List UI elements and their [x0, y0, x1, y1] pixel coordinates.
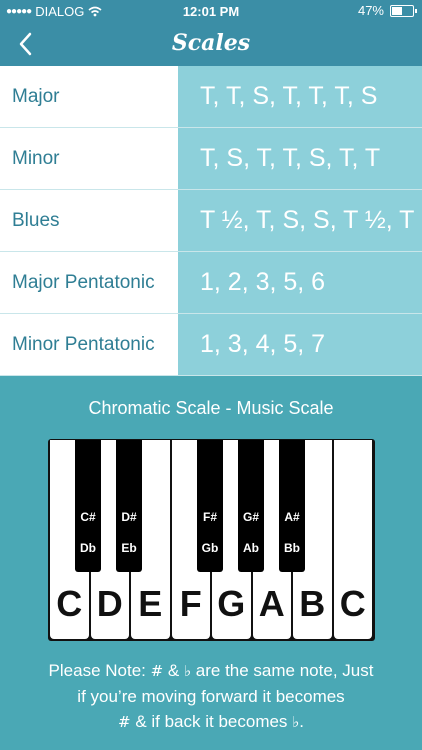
- scale-row-major-pentatonic: Major Pentatonic 1, 2, 3, 5, 6: [0, 252, 422, 314]
- flat-label: Gb: [201, 541, 219, 555]
- status-bar: ●●●●● DIALOG 12:01 PM 47%: [0, 0, 422, 22]
- scale-pattern: 1, 3, 4, 5, 7: [178, 314, 422, 375]
- scale-pattern: T, S, T, T, S, T, T: [178, 128, 422, 189]
- sharp-label: A#: [284, 510, 300, 524]
- key-label: E: [138, 583, 163, 624]
- key-label: F: [179, 583, 202, 624]
- black-key-f-sharp[interactable]: F# Gb: [197, 440, 223, 572]
- black-key-c-sharp[interactable]: C# Db: [75, 440, 101, 572]
- battery-percent: 47%: [357, 3, 384, 18]
- note-line-3: # & if back it becomes ♭.: [118, 712, 304, 731]
- chromatic-scale-title: Chromatic Scale - Music Scale: [88, 398, 334, 418]
- key-label: A: [258, 583, 285, 624]
- sharp-label: G#: [242, 510, 259, 524]
- flat-label: Ab: [243, 541, 259, 555]
- black-key-d-sharp[interactable]: D# Eb: [116, 440, 142, 572]
- flat-symbol: ♭: [183, 662, 192, 680]
- scale-name: Major Pentatonic: [0, 252, 178, 313]
- scale-pattern: T, T, S, T, T, T, S: [178, 66, 422, 127]
- sharp-label: D#: [121, 510, 137, 524]
- scale-name: Major: [0, 66, 178, 127]
- flat-label: Eb: [121, 541, 137, 555]
- scale-name: Minor: [0, 128, 178, 189]
- scale-row-minor: Minor T, S, T, T, S, T, T: [0, 128, 422, 190]
- piano-keyboard: C D E F G A B C C# Db D# Eb F# Gb G# Ab …: [48, 439, 375, 641]
- black-key-a-sharp[interactable]: A# Bb: [279, 440, 305, 572]
- flat-label: Bb: [284, 541, 300, 555]
- key-label: B: [299, 583, 326, 624]
- white-key-c-high[interactable]: C: [333, 440, 372, 639]
- note-line-1: Please Note: # & ♭ are the same note, Ju…: [48, 661, 374, 680]
- black-key-g-sharp[interactable]: G# Ab: [238, 440, 264, 572]
- key-label: D: [96, 583, 123, 624]
- navigation-bar: Scales: [0, 22, 422, 66]
- sharp-symbol: #: [150, 662, 164, 680]
- scale-pattern: 1, 2, 3, 5, 6: [178, 252, 422, 313]
- note-line-2: if you’re moving forward it becomes: [77, 687, 345, 706]
- key-label: C: [56, 583, 83, 624]
- sharp-label: F#: [202, 510, 217, 524]
- scale-row-blues: Blues T ½, T, S, S, T ½, T: [0, 190, 422, 252]
- key-label: G: [217, 583, 246, 624]
- scales-table: Major T, T, S, T, T, T, S Minor T, S, T,…: [0, 66, 422, 376]
- scale-name: Minor Pentatonic: [0, 314, 178, 375]
- please-note-text: Please Note: # & ♭ are the same note, Ju…: [0, 658, 422, 735]
- battery-icon: [390, 4, 417, 17]
- key-label: C: [339, 583, 366, 624]
- page-title: Scales: [171, 30, 251, 56]
- sharp-label: C#: [80, 510, 96, 524]
- scale-name: Blues: [0, 190, 178, 251]
- flat-label: Db: [80, 541, 96, 555]
- scale-pattern: T ½, T, S, S, T ½, T: [178, 190, 422, 251]
- scale-row-minor-pentatonic: Minor Pentatonic 1, 3, 4, 5, 7: [0, 314, 422, 376]
- sharp-symbol: #: [118, 713, 131, 731]
- scale-row-major: Major T, T, S, T, T, T, S: [0, 66, 422, 128]
